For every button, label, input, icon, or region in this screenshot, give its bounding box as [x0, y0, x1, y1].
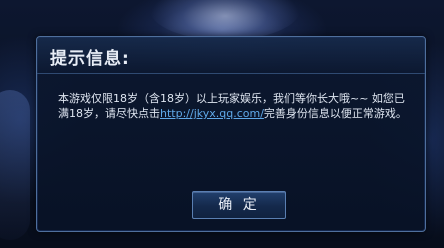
dialog-message: 本游戏仅限18岁（含18岁）以上玩家娱乐，我们等你长大哦~~ 如您已满18岁，请… — [58, 91, 413, 121]
identity-info-link[interactable]: http://jkyx.qq.com/ — [160, 107, 264, 120]
dialog-header: 提示信息: — [37, 37, 425, 74]
notice-dialog: 提示信息: 本游戏仅限18岁（含18岁）以上玩家娱乐，我们等你长大哦~~ 如您已… — [36, 36, 426, 232]
game-background: 提示信息: 本游戏仅限18岁（含18岁）以上玩家娱乐，我们等你长大哦~~ 如您已… — [0, 0, 444, 248]
dialog-title: 提示信息: — [50, 49, 130, 69]
confirm-button[interactable]: 确 定 — [192, 191, 286, 219]
background-left-figure — [0, 90, 30, 240]
message-text-after-link: 完善身份信息以便正常游戏。 — [263, 107, 407, 120]
background-character-armor — [150, 0, 300, 40]
